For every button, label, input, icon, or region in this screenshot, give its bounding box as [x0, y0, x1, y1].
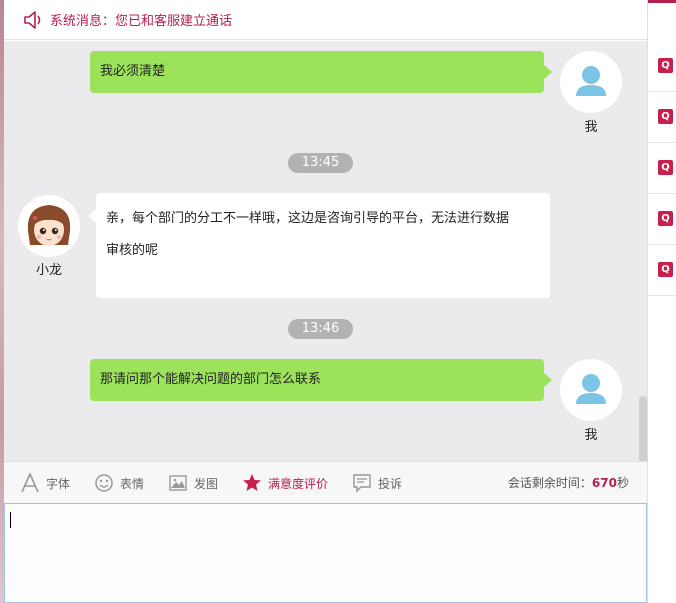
complaint-icon — [353, 474, 371, 493]
user-name-label: 我 — [584, 120, 598, 135]
message-text-line: 亲，每个部门的分工不一样哦，这边是咨询引导的平台，无法进行数据 — [106, 211, 510, 226]
rating-label: 满意度评价 — [268, 476, 329, 491]
rating-button[interactable]: 满意度评价 — [242, 462, 328, 504]
remaining-value: 670 — [591, 476, 617, 490]
user-avatar — [560, 359, 622, 421]
user-name-label: 我 — [584, 428, 598, 443]
image-label: 发图 — [194, 476, 219, 491]
qq-icon: Q — [658, 211, 673, 226]
remaining-suffix: 秒 — [616, 476, 629, 490]
qq-contact-item[interactable]: Q — [648, 92, 676, 143]
qq-icon: Q — [658, 160, 673, 175]
text-caret — [10, 512, 11, 528]
user-message-bubble: 那请问那个能解决问题的部门怎么联系 — [90, 359, 552, 401]
message-list[interactable]: 我必须清楚 我 13:45 小龙 亲，每个部门的分工不一样哦，这边是咨询引导的平… — [4, 41, 647, 461]
remaining-prefix: 会话剩余时间： — [507, 476, 592, 490]
qq-contact-item[interactable]: Q — [648, 245, 676, 296]
message-text: 那请问那个能解决问题的部门怎么联系 — [100, 372, 322, 387]
font-icon — [21, 473, 39, 493]
qq-contact-item[interactable]: Q — [648, 194, 676, 245]
complaint-button[interactable]: 投诉 — [352, 462, 402, 504]
emoji-label: 表情 — [120, 476, 145, 491]
user-message-bubble: 我必须清楚 — [90, 51, 552, 93]
user-avatar-icon — [576, 374, 606, 404]
message-input[interactable] — [4, 503, 647, 603]
font-label: 字体 — [46, 476, 71, 491]
emoji-icon — [95, 474, 113, 492]
message-text-line: 审核的呢 — [106, 243, 159, 258]
scrollbar[interactable] — [639, 396, 647, 461]
right-side-panel: Q Q Q Q Q — [647, 0, 676, 603]
user-avatar — [560, 51, 622, 113]
qq-icon: Q — [658, 109, 673, 124]
speaker-icon — [24, 10, 41, 29]
qq-icon: Q — [658, 58, 673, 73]
session-remaining-time: 会话剩余时间：670秒 — [508, 462, 629, 504]
agent-message-bubble: 亲，每个部门的分工不一样哦，这边是咨询引导的平台，无法进行数据 审核的呢 — [88, 193, 550, 298]
emoji-button[interactable]: 表情 — [94, 462, 144, 504]
image-icon — [169, 475, 187, 491]
qq-contact-item[interactable]: Q — [648, 41, 676, 92]
panel-accent-bar — [648, 0, 676, 3]
qq-contact-item[interactable]: Q — [648, 143, 676, 194]
agent-name-label: 小龙 — [35, 263, 62, 278]
send-image-button[interactable]: 发图 — [168, 462, 218, 504]
agent-avatar — [18, 195, 80, 257]
user-avatar-icon — [576, 66, 606, 96]
message-text: 我必须清楚 — [100, 64, 166, 79]
input-toolbar: 字体 表情 发图 满意度评价 投诉 会话剩余时间：670秒 — [4, 461, 647, 503]
timestamp-pill: 13:46 — [288, 319, 353, 339]
system-message-text: 系统消息：您已和客服建立通话 — [50, 14, 233, 29]
system-message-bar: 系统消息：您已和客服建立通话 — [4, 0, 647, 40]
star-icon — [243, 474, 261, 491]
font-button[interactable]: 字体 — [20, 462, 70, 504]
qq-icon: Q — [658, 262, 673, 277]
agent-avatar-icon — [18, 195, 80, 257]
chat-window: 系统消息：您已和客服建立通话 我必须清楚 我 13:45 小龙 亲，每个部门的分… — [4, 0, 647, 603]
complaint-label: 投诉 — [378, 476, 403, 491]
timestamp-pill: 13:45 — [288, 153, 353, 173]
